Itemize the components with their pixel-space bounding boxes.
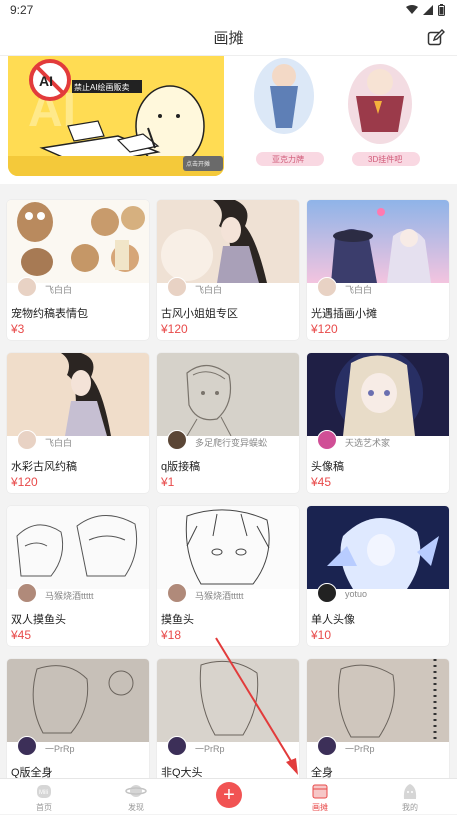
add-button[interactable]: + [216, 782, 242, 808]
profile-icon [403, 784, 417, 799]
annotation-arrow [215, 637, 298, 775]
nav-stall-label: 画摊 [312, 803, 328, 812]
nav-discover-label: 发现 [128, 803, 144, 812]
home-icon: Mili [37, 785, 51, 798]
nav-stall[interactable]: 画摊 [290, 781, 350, 815]
nav-mine-label: 我的 [402, 803, 418, 812]
svg-text:Mili: Mili [39, 790, 48, 796]
nav-mine[interactable]: 我的 [380, 781, 440, 815]
planet-icon [125, 785, 147, 797]
nav-home-label: 首页 [36, 803, 52, 812]
nav-discover[interactable]: 发现 [106, 781, 166, 815]
stall-icon [312, 784, 328, 799]
nav-home[interactable]: Mili 首页 [14, 781, 74, 815]
